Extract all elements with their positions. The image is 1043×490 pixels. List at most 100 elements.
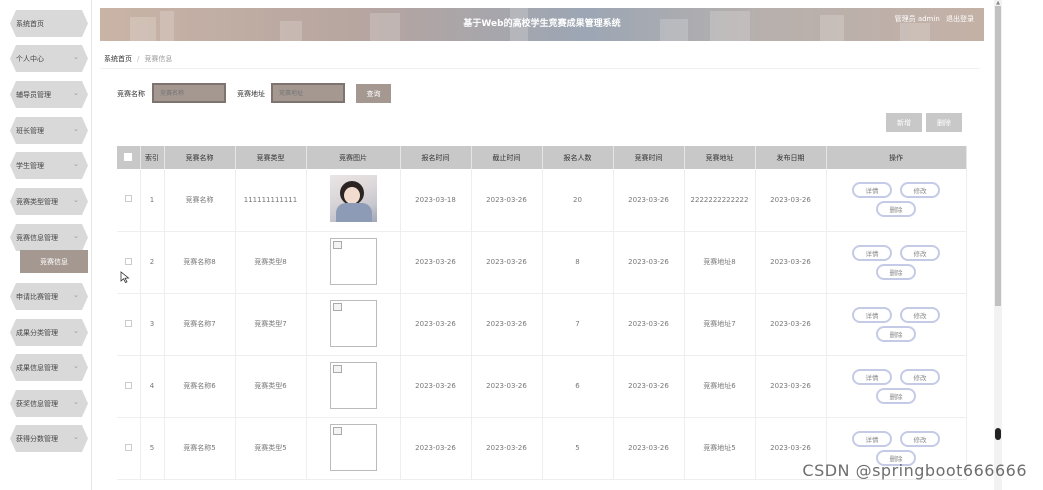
sidebar-item[interactable]: 成果信息管理 ⌄ bbox=[10, 354, 88, 381]
cell-deadline: 2023-03-26 bbox=[471, 293, 543, 356]
detail-button[interactable]: 详情 bbox=[852, 244, 892, 261]
checkbox-icon[interactable] bbox=[124, 152, 133, 161]
cell-index: 5 bbox=[140, 417, 165, 480]
detail-button[interactable]: 详情 bbox=[852, 182, 892, 199]
header-signup-time: 报名时间 bbox=[400, 146, 472, 169]
cell-image bbox=[306, 417, 401, 480]
cell-address: 竞赛地址5 bbox=[684, 417, 756, 480]
cell-name: 竞赛名称5 bbox=[164, 417, 236, 480]
edit-button[interactable]: 修改 bbox=[900, 182, 940, 199]
checkbox-icon[interactable] bbox=[124, 443, 132, 451]
cell-deadline: 2023-03-26 bbox=[471, 417, 543, 480]
row-select-cell[interactable] bbox=[117, 231, 141, 294]
search-name-input[interactable] bbox=[152, 83, 226, 103]
chevron-down-icon: ⌄ bbox=[73, 196, 79, 204]
scroll-thumb[interactable] bbox=[995, 6, 1001, 306]
sidebar-item[interactable]: 获奖信息管理 ⌄ bbox=[10, 390, 88, 417]
header-image: 竞赛图片 bbox=[306, 146, 401, 169]
cell-name: 竞赛名称8 bbox=[164, 231, 236, 294]
row-select-cell[interactable] bbox=[117, 417, 141, 480]
cell-address: 2222222222222 bbox=[684, 169, 756, 232]
cell-type: 竞赛类型6 bbox=[235, 355, 307, 418]
cell-count: 20 bbox=[542, 169, 614, 232]
sidebar-item[interactable]: 竞赛信息管理 ⌄ bbox=[10, 224, 88, 251]
checkbox-icon[interactable] bbox=[124, 195, 132, 203]
detail-button[interactable]: 详情 bbox=[852, 306, 892, 323]
sidebar-item[interactable]: 辅导员管理 ⌄ bbox=[10, 81, 88, 108]
cell-address: 竞赛地址8 bbox=[684, 231, 756, 294]
header-type: 竞赛类型 bbox=[235, 146, 307, 169]
sidebar-item[interactable]: 系统首页 bbox=[10, 10, 88, 37]
cell-actions: 详情 修改删除 bbox=[826, 169, 967, 232]
delete-button[interactable]: 删除 bbox=[876, 201, 916, 218]
add-button[interactable]: 新增 bbox=[886, 113, 922, 132]
row-select-cell[interactable] bbox=[117, 355, 141, 418]
table-row[interactable]: 3 竞赛名称7 竞赛类型7 2023-03-26 2023-03-26 7 2023-03-… bbox=[117, 293, 967, 356]
table-row[interactable]: 4 竞赛名称6 竞赛类型6 2023-03-26 2023-03-26 6 2023-03-… bbox=[117, 355, 967, 418]
delete-button[interactable]: 删除 bbox=[876, 387, 916, 404]
header-select-all[interactable] bbox=[117, 146, 141, 169]
page-scrollbar[interactable]: ▲ bbox=[994, 0, 1002, 490]
sidebar-item-label: 竞赛信息管理 bbox=[16, 233, 58, 242]
batch-delete-button[interactable]: 删除 bbox=[926, 113, 962, 132]
checkbox-icon[interactable] bbox=[124, 381, 132, 389]
table-row[interactable]: 1 竞赛名称 111111111111 2023-03-18 2023-03-26 20 2… bbox=[117, 169, 967, 232]
sidebar-item[interactable]: 竞赛类型管理 ⌄ bbox=[10, 188, 88, 215]
app-title: 基于Web的高校学生竞赛成果管理系统 bbox=[463, 19, 621, 29]
delete-button[interactable]: 删除 bbox=[876, 325, 916, 342]
breadcrumb-home[interactable]: 系统首页 bbox=[104, 55, 132, 63]
row-select-cell[interactable] bbox=[117, 169, 141, 232]
sidebar-item[interactable]: 成果分类管理 ⌄ bbox=[10, 319, 88, 346]
header-actions: 操作 bbox=[826, 146, 967, 169]
sidebar-item[interactable]: 班长管理 ⌄ bbox=[10, 117, 88, 144]
sidebar-item-label: 申请比赛管理 bbox=[16, 292, 58, 301]
edit-button[interactable]: 修改 bbox=[900, 430, 940, 447]
sidebar-item[interactable]: 个人中心 ⌄ bbox=[10, 45, 88, 72]
edit-button[interactable]: 修改 bbox=[900, 306, 940, 323]
header-publish: 发布日期 bbox=[755, 146, 827, 169]
delete-button[interactable]: 删除 bbox=[876, 263, 916, 280]
cell-image bbox=[306, 355, 401, 418]
header-count: 报名人数 bbox=[542, 146, 614, 169]
cell-count: 7 bbox=[542, 293, 614, 356]
cell-name: 竞赛名称7 bbox=[164, 293, 236, 356]
sidebar-item-label: 班长管理 bbox=[16, 126, 44, 135]
cell-index: 1 bbox=[140, 169, 165, 232]
cell-publish: 2023-03-26 bbox=[755, 169, 827, 232]
cell-signup: 2023-03-18 bbox=[400, 169, 472, 232]
sidebar-item-label: 获得分数管理 bbox=[16, 434, 58, 443]
row-actions: 详情 修改删除 bbox=[846, 244, 946, 280]
sidebar-item[interactable]: 获得分数管理 ⌄ bbox=[10, 425, 88, 452]
row-actions: 详情 修改删除 bbox=[846, 182, 946, 218]
sidebar-item-label: 成果信息管理 bbox=[16, 363, 58, 372]
search-name-label: 竞赛名称 bbox=[117, 90, 145, 98]
breadcrumb-divider bbox=[100, 68, 980, 69]
watermark: CSDN @springboot666666 bbox=[802, 461, 1027, 480]
checkbox-icon[interactable] bbox=[124, 257, 132, 265]
sidebar-item[interactable]: 申请比赛管理 ⌄ bbox=[10, 283, 88, 310]
edit-button[interactable]: 修改 bbox=[900, 244, 940, 261]
sidebar-subitem-active[interactable]: 竞赛信息 bbox=[20, 250, 88, 273]
header-time: 竞赛时间 bbox=[613, 146, 685, 169]
cell-deadline: 2023-03-26 bbox=[471, 169, 543, 232]
checkbox-icon[interactable] bbox=[124, 319, 132, 327]
search-address-input[interactable] bbox=[271, 83, 345, 103]
table-row[interactable]: 2 竞赛名称8 竞赛类型8 2023-03-26 2023-03-26 8 2023-03-… bbox=[117, 231, 967, 294]
cell-actions: 详情 修改删除 bbox=[826, 231, 967, 294]
edit-button[interactable]: 修改 bbox=[900, 368, 940, 385]
competition-table: 索引 竞赛名称 竞赛类型 竞赛图片 报名时间 截止时间 报名人数 竞赛时间 竞赛… bbox=[117, 146, 967, 480]
sidebar-item[interactable]: 学生管理 ⌄ bbox=[10, 152, 88, 179]
query-button[interactable]: 查询 bbox=[356, 84, 391, 103]
detail-button[interactable]: 详情 bbox=[852, 368, 892, 385]
cell-signup: 2023-03-26 bbox=[400, 231, 472, 294]
cell-address: 竞赛地址7 bbox=[684, 293, 756, 356]
detail-button[interactable]: 详情 bbox=[852, 430, 892, 447]
chevron-down-icon: ⌄ bbox=[73, 398, 79, 406]
row-actions: 详情 修改删除 bbox=[846, 368, 946, 404]
search-address-label: 竞赛地址 bbox=[237, 90, 265, 98]
chevron-down-icon: ⌄ bbox=[73, 327, 79, 335]
logout-link[interactable]: 退出登录 bbox=[946, 15, 974, 23]
cell-time: 2023-03-26 bbox=[613, 355, 685, 418]
row-select-cell[interactable] bbox=[117, 293, 141, 356]
cell-type: 111111111111 bbox=[235, 169, 307, 232]
